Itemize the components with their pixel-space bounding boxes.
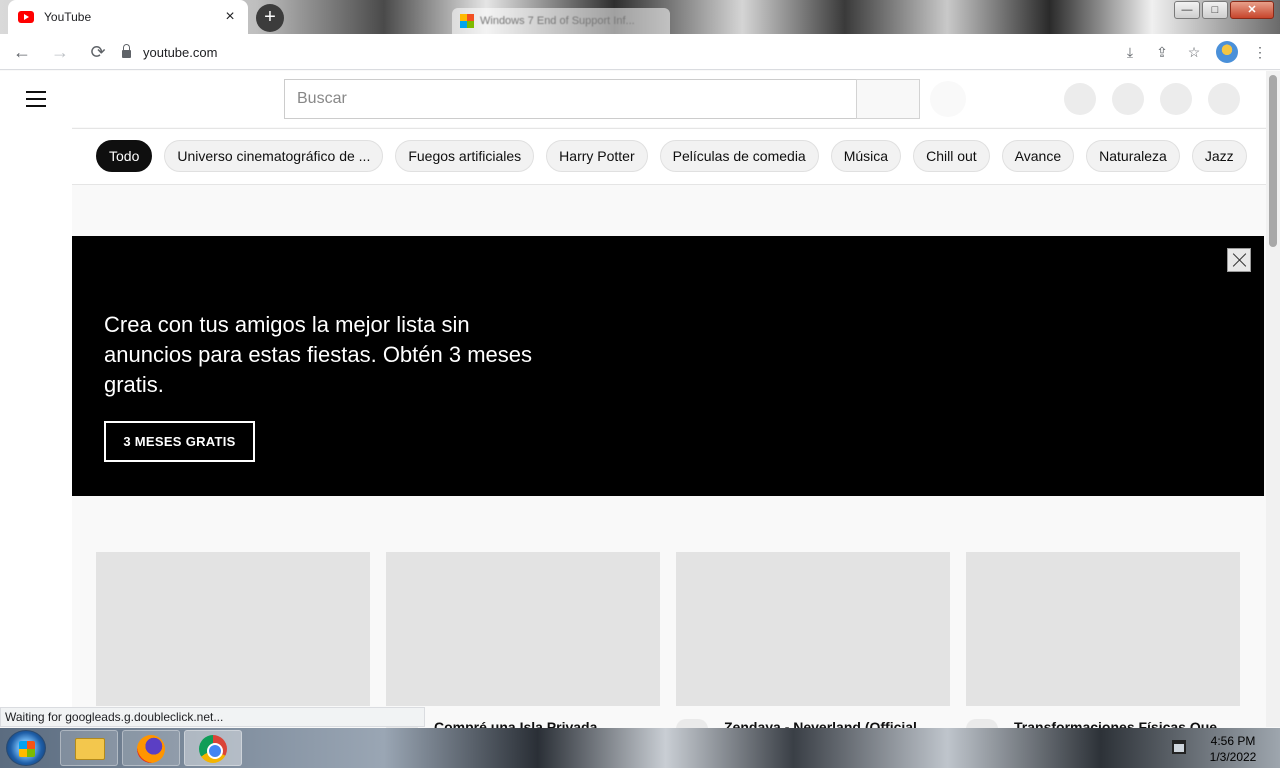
header-placeholder-avatar[interactable] [1208, 83, 1240, 115]
firefox-icon [137, 735, 165, 763]
minimize-button[interactable]: — [1174, 1, 1200, 19]
background-window-tab[interactable]: Windows 7 End of Support Inf... [452, 8, 670, 34]
status-bar: Waiting for googleads.g.doubleclick.net.… [0, 707, 425, 727]
url-text[interactable]: youtube.com [143, 45, 217, 60]
forward-button[interactable]: → [44, 36, 76, 68]
network-icon[interactable] [1172, 740, 1186, 754]
chip-comedia[interactable]: Películas de comedia [659, 140, 819, 172]
banner-message: Crea con tus amigos la mejor lista sin a… [104, 312, 533, 397]
lock-icon[interactable] [122, 44, 131, 58]
chip-jazz[interactable]: Jazz [1191, 140, 1247, 172]
page-scrollbar[interactable] [1266, 71, 1280, 727]
promo-banner: Crea con tus amigos la mejor lista sin a… [72, 236, 1264, 496]
window-controls: — □ ✕ [1174, 1, 1274, 19]
scrollbar-thumb[interactable] [1269, 75, 1277, 247]
back-button[interactable]: ← [6, 36, 38, 68]
clock-time: 4:56 PM [1210, 734, 1256, 748]
banner-cta-button[interactable]: 3 MESES GRATIS [104, 421, 255, 462]
chrome-icon [199, 735, 227, 763]
maximize-button[interactable]: □ [1202, 1, 1228, 19]
windows-logo-icon [19, 741, 35, 757]
browser-tab-youtube[interactable]: YouTube × [8, 0, 248, 34]
video-thumbnail[interactable] [96, 552, 370, 706]
menu-hamburger-icon[interactable] [26, 91, 46, 107]
profile-avatar[interactable] [1216, 41, 1238, 63]
system-clock[interactable]: 4:56 PM 1/3/2022 [1196, 733, 1270, 765]
taskbar-chrome[interactable] [184, 730, 242, 766]
video-thumbnail[interactable] [676, 552, 950, 706]
bookmark-star-icon[interactable]: ☆ [1184, 38, 1204, 66]
video-thumbnail[interactable] [386, 552, 660, 706]
window-close-button[interactable]: ✕ [1230, 1, 1274, 19]
browser-menu-icon[interactable]: ⋮ [1250, 38, 1270, 66]
search-input[interactable]: Buscar [284, 79, 857, 119]
browser-toolbar: ← → ⟳ youtube.com ⤓ ⇪ ☆ ⋮ [0, 34, 1280, 70]
chip-avance[interactable]: Avance [1001, 140, 1075, 172]
chip-chill-out[interactable]: Chill out [913, 140, 990, 172]
chip-harry-potter[interactable]: Harry Potter [546, 140, 648, 172]
folder-icon [75, 738, 105, 760]
voice-search-button[interactable] [930, 81, 966, 117]
new-tab-button[interactable]: + [256, 4, 284, 32]
header-placeholder-icon[interactable] [1112, 83, 1144, 115]
chip-fuegos[interactable]: Fuegos artificiales [395, 140, 535, 172]
background-window-title: Windows 7 End of Support Inf... [480, 15, 635, 27]
youtube-favicon-icon [18, 11, 34, 23]
windows-logo-icon [460, 14, 474, 28]
youtube-header: Buscar [0, 71, 1266, 127]
taskbar-explorer[interactable] [60, 730, 118, 766]
header-placeholder-icon[interactable] [1160, 83, 1192, 115]
header-placeholder-icon[interactable] [1064, 83, 1096, 115]
toolbar-actions: ⤓ ⇪ ☆ ⋮ [1120, 38, 1270, 66]
tab-close-icon[interactable]: × [222, 8, 238, 26]
install-app-icon[interactable]: ⤓ [1120, 38, 1140, 66]
banner-close-icon[interactable] [1227, 248, 1251, 272]
search-button[interactable] [856, 79, 920, 119]
chip-universo[interactable]: Universo cinematográfico de ... [164, 140, 384, 172]
clock-date: 1/3/2022 [1209, 750, 1257, 764]
windows-taskbar: 4:56 PM 1/3/2022 [0, 728, 1280, 768]
side-nav [0, 127, 72, 727]
chip-musica[interactable]: Música [830, 140, 902, 172]
taskbar-firefox[interactable] [122, 730, 180, 766]
tab-title: YouTube [44, 10, 92, 24]
address-bar[interactable]: youtube.com [108, 38, 1108, 66]
share-icon[interactable]: ⇪ [1152, 38, 1172, 66]
video-thumbnail[interactable] [966, 552, 1240, 706]
chip-todo[interactable]: Todo [96, 140, 153, 172]
category-chip-bar: Todo Universo cinematográfico de ... Fue… [72, 128, 1266, 185]
chip-naturaleza[interactable]: Naturaleza [1086, 140, 1180, 172]
start-button[interactable] [6, 730, 46, 766]
